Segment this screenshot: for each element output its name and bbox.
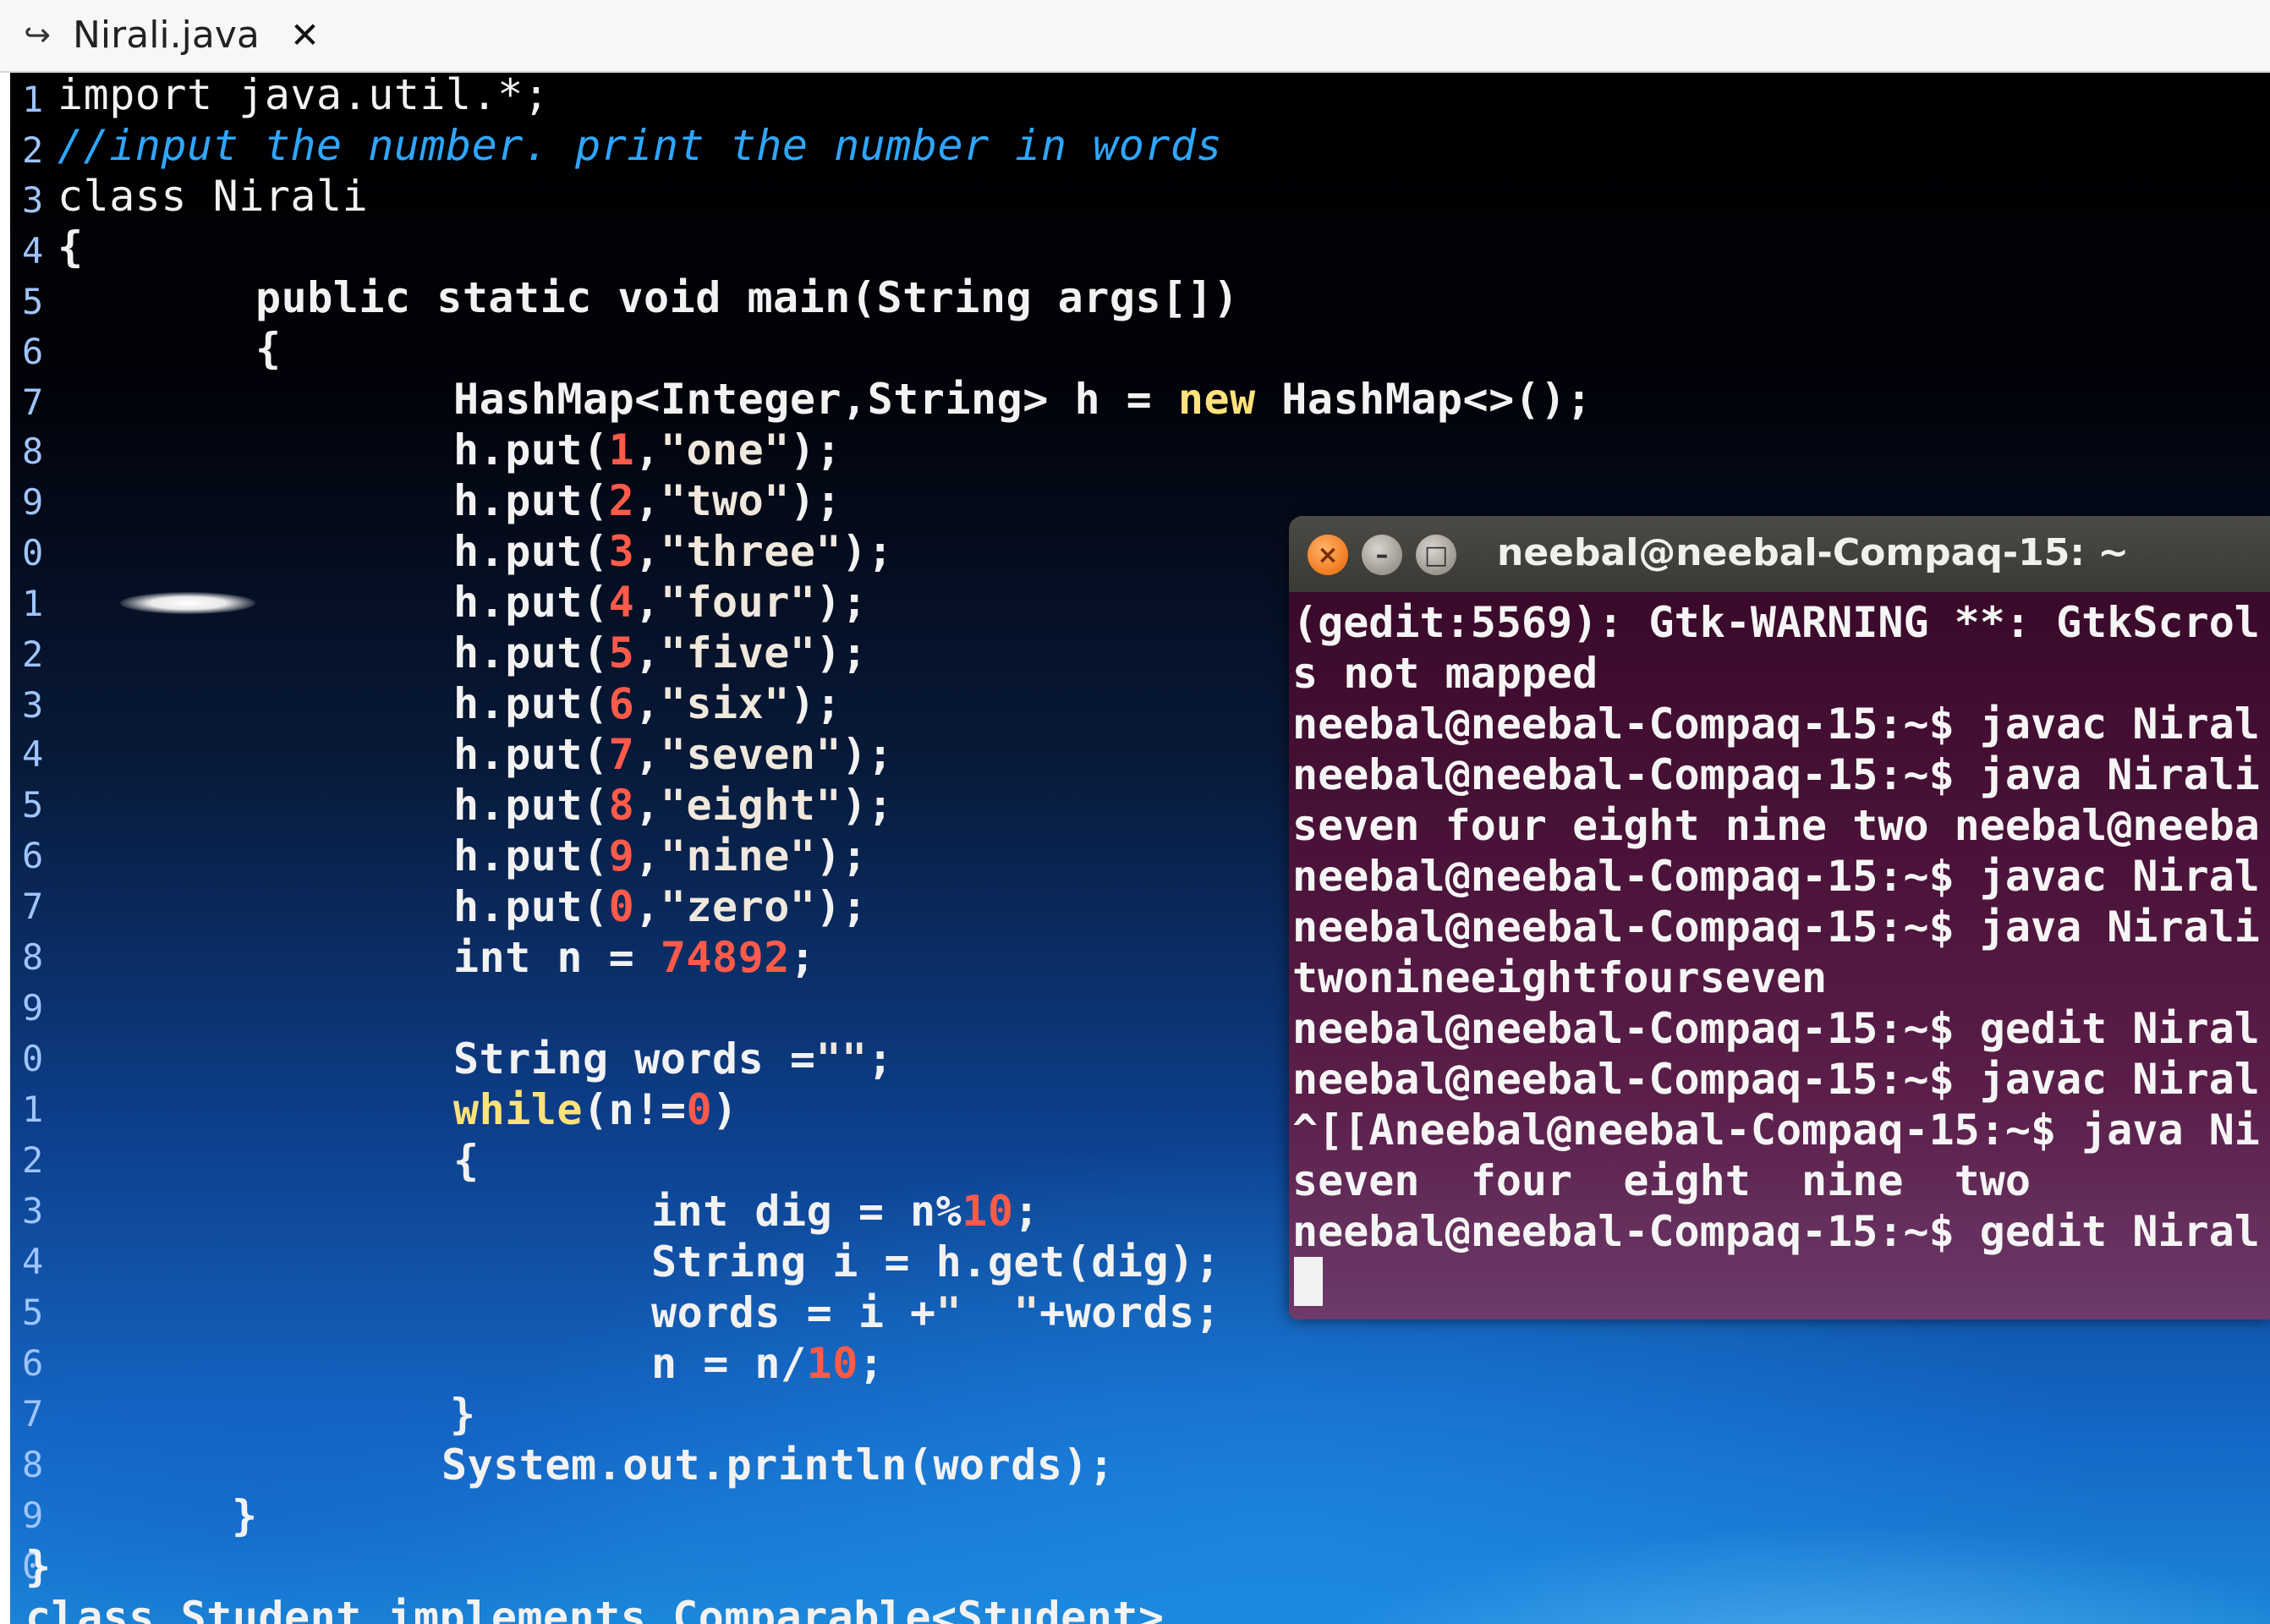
line-number: 3 [22,179,44,221]
code-line: import java.util.*; [58,73,550,119]
terminal-title: neebal@neebal-Compaq-15: ~ [1497,531,2130,574]
code-line: } [25,1542,52,1591]
terminal-line: seven four eight nine two [1292,1156,2031,1205]
code-line: int n = 74892; [453,933,816,982]
file-icon: ↪ [24,16,51,53]
line-number-gutter: 123456789012345678901234567890 [10,73,61,1624]
terminal-line: (gedit:5569): Gtk-WARNING **: GtkScrol [1292,598,2260,647]
terminal-window[interactable]: × – □ neebal@neebal-Compaq-15: ~ (gedit:… [1289,516,2270,1320]
code-line: h.put(6,"six"); [453,679,842,728]
tab-bar: ↪ Nirali.java ✕ [0,0,2270,73]
tab-nirali-java[interactable]: ↪ Nirali.java ✕ [12,0,342,69]
line-number: 7 [22,1393,44,1435]
terminal-titlebar[interactable]: × – □ neebal@neebal-Compaq-15: ~ [1289,516,2270,592]
line-number: 0 [22,532,44,573]
code-line: h.put(2,"two"); [453,476,842,525]
line-number: 9 [22,1495,44,1536]
line-number: 8 [22,936,44,978]
code-line: n = n/10; [651,1339,885,1388]
code-line: { [453,1136,480,1185]
line-number: 4 [22,1241,44,1282]
line-number: 4 [22,733,44,775]
terminal-line: ^[[Aneebal@neebal-Compaq-15:~$ java Ni [1292,1106,2260,1155]
line-number: 8 [22,431,44,472]
code-line: h.put(7,"seven"); [453,730,894,779]
minimize-icon: – [1375,540,1389,570]
code-line: class Student implements Comparable<Stud… [25,1593,1165,1624]
code-line: while(n!=0) [453,1085,738,1134]
code-line: words = i +" "+words; [651,1288,1221,1337]
line-number: 3 [22,1190,44,1232]
close-icon: × [1317,540,1339,570]
screen-glare [120,592,255,614]
line-number: 2 [22,634,44,675]
terminal-line: neebal@neebal-Compaq-15:~$ javac Niral [1292,1055,2260,1104]
terminal-line: neebal@neebal-Compaq-15:~$ java Nirali [1292,903,2260,952]
line-number: 7 [22,886,44,927]
code-line: h.put(8,"eight"); [453,781,894,830]
line-number: 1 [22,1089,44,1130]
code-line: int dig = n%10; [651,1187,1040,1236]
terminal-line: twonineeightfourseven [1292,953,1828,1002]
line-number: 2 [22,1139,44,1181]
code-line: h.put(9,"nine"); [453,831,868,881]
code-line: String i = h.get(dig); [651,1237,1221,1287]
code-line: h.put(4,"four"); [453,578,868,627]
terminal-line: neebal@neebal-Compaq-15:~$ javac Niral [1292,700,2260,749]
line-number: 1 [22,79,44,120]
code-line: String words =""; [453,1034,894,1084]
minimize-window-button[interactable]: – [1362,535,1402,575]
terminal-line: seven four eight nine two neebal@neeba [1292,801,2260,850]
code-line: { [58,222,84,272]
code-line: public static void main(String args[]) [255,273,1239,322]
code-line: h.put(5,"five"); [453,628,868,678]
line-number: 8 [22,1444,44,1485]
code-line: //input the number. print the number in … [58,121,1223,170]
code-line: HashMap<Integer,String> h = new HashMap<… [453,375,1593,424]
terminal-line: s not mapped [1292,649,1598,698]
line-number: 9 [22,987,44,1029]
line-number: 7 [22,381,44,423]
line-number: 2 [22,129,44,171]
code-line: h.put(0,"zero"); [453,882,868,931]
terminal-line: neebal@neebal-Compaq-15:~$ gedit Niral [1292,1004,2260,1053]
line-number: 6 [22,1342,44,1384]
line-number: 5 [22,1292,44,1333]
line-number: 5 [22,281,44,322]
tab-title: Nirali.java [73,13,260,57]
code-line: h.put(1,"one"); [453,425,842,475]
code-line: } [450,1390,476,1439]
terminal-line: neebal@neebal-Compaq-15:~$ java Nirali [1292,750,2260,799]
close-window-button[interactable]: × [1308,535,1348,575]
line-number: 5 [22,784,44,826]
code-line: class Nirali [58,172,369,221]
line-number: 1 [22,583,44,624]
line-number: 3 [22,684,44,726]
line-number: 6 [22,331,44,372]
terminal-output[interactable]: (gedit:5569): Gtk-WARNING **: GtkScrol s … [1289,592,2270,1320]
terminal-line: neebal@neebal-Compaq-15:~$ gedit Niral [1292,1207,2260,1256]
line-number: 9 [22,481,44,523]
line-number: 6 [22,835,44,876]
code-line: } [232,1491,258,1540]
maximize-window-button[interactable]: □ [1416,535,1456,575]
code-line: System.out.println(words); [441,1440,1115,1490]
close-icon[interactable]: ✕ [290,14,320,56]
line-number: 0 [22,1038,44,1079]
maximize-icon: □ [1423,540,1449,570]
terminal-cursor [1294,1257,1323,1306]
code-line: h.put(3,"three"); [453,527,894,576]
code-line: { [255,324,282,373]
terminal-line: neebal@neebal-Compaq-15:~$ javac Niral [1292,852,2260,901]
line-number: 4 [22,230,44,272]
